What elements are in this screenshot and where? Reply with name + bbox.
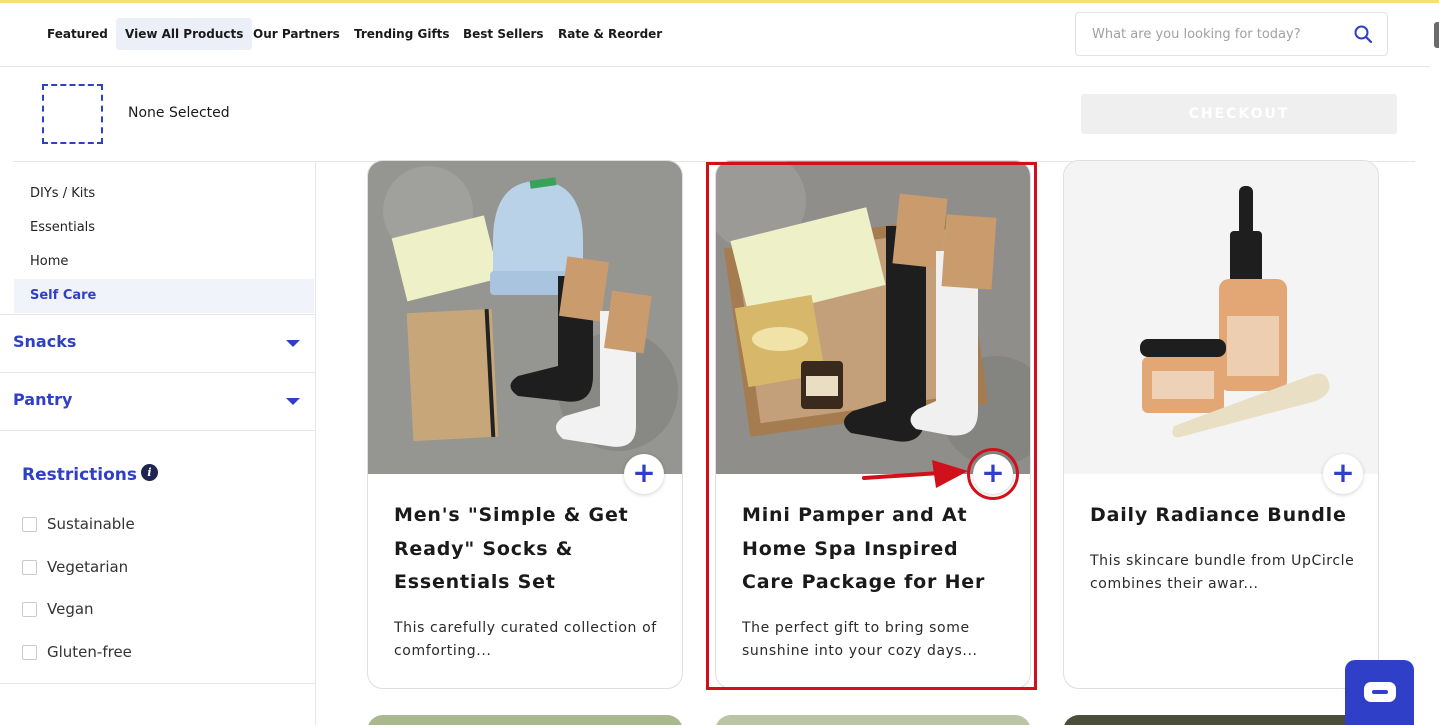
subcategory-essentials[interactable]: Essentials — [14, 211, 314, 245]
search-input[interactable] — [1092, 13, 1342, 55]
checkbox-label: Sustainable — [47, 515, 135, 533]
caret-down-icon[interactable] — [286, 340, 300, 347]
caret-down-icon[interactable] — [286, 398, 300, 405]
checkbox[interactable] — [22, 602, 37, 617]
product-image[interactable] — [368, 161, 683, 474]
add-to-box-button[interactable]: + — [1323, 454, 1363, 494]
nav-view-all-products[interactable]: View All Products — [116, 18, 253, 50]
checkout-button[interactable]: CHECKOUT — [1081, 94, 1397, 134]
add-to-box-button[interactable]: + — [624, 454, 664, 494]
product-image[interactable] — [1064, 161, 1379, 474]
category-label: Pantry — [13, 390, 73, 409]
info-icon[interactable]: i — [141, 464, 158, 481]
product-card-peek — [715, 715, 1031, 725]
nav-rate-reorder[interactable]: Rate & Reorder — [549, 18, 671, 50]
checkbox-label: Gluten-free — [47, 643, 132, 661]
search-icon[interactable] — [1353, 24, 1373, 44]
chat-icon — [1364, 682, 1396, 702]
chat-button[interactable] — [1345, 660, 1414, 725]
restrictions-title: Restrictions — [22, 465, 138, 485]
product-description: This skincare bundle from UpCircle combi… — [1090, 553, 1355, 592]
nav-trending-gifts[interactable]: Trending Gifts — [345, 18, 459, 50]
subcategory-home[interactable]: Home — [14, 245, 314, 279]
category-label: Snacks — [13, 332, 77, 351]
product-image[interactable] — [716, 161, 1031, 474]
selection-status: None Selected — [128, 105, 230, 121]
top-navigation: Featured View All Products Our Partners … — [0, 3, 1430, 67]
nav-featured[interactable]: Featured — [38, 18, 117, 50]
category-snacks[interactable]: Snacks — [0, 314, 315, 372]
checkbox-label: Vegetarian — [47, 558, 129, 576]
subcategory-diys-kits[interactable]: DIYs / Kits — [14, 177, 314, 211]
checkbox[interactable] — [22, 517, 37, 532]
product-card-peek — [1063, 715, 1379, 725]
nav-our-partners[interactable]: Our Partners — [244, 18, 349, 50]
nav-best-sellers[interactable]: Best Sellers — [454, 18, 553, 50]
product-title[interactable]: Daily Radiance Bundle — [1090, 499, 1360, 533]
product-card[interactable]: + Mini Pamper and At Home Spa Inspired C… — [715, 160, 1031, 689]
product-description: This carefully curated collection of com… — [394, 620, 657, 659]
product-card[interactable]: + Men's "Simple & Get Ready" Socks & Ess… — [367, 160, 683, 689]
divider — [0, 430, 315, 431]
checkbox-label: Vegan — [47, 600, 94, 618]
selected-item-placeholder — [42, 84, 103, 144]
add-to-box-button[interactable]: + — [973, 454, 1013, 494]
subcategory-self-care[interactable]: Self Care — [14, 279, 314, 313]
checkbox[interactable] — [22, 560, 37, 575]
checkbox[interactable] — [22, 645, 37, 660]
divider — [0, 683, 315, 684]
product-title[interactable]: Mini Pamper and At Home Spa Inspired Car… — [742, 499, 1012, 600]
search-box — [1075, 12, 1388, 56]
product-card[interactable]: + Daily Radiance Bundle This skincare bu… — [1063, 160, 1379, 689]
arrow-right-icon — [862, 460, 968, 488]
product-title[interactable]: Men's "Simple & Get Ready" Socks & Essen… — [394, 499, 664, 600]
product-description: The perfect gift to bring some sunshine … — [742, 620, 978, 659]
category-pantry[interactable]: Pantry — [0, 372, 315, 430]
filter-sidebar: DIYs / Kits Essentials Home Self Care Sn… — [0, 162, 316, 725]
product-card-peek — [367, 715, 683, 725]
page-scrollbar[interactable] — [1434, 22, 1439, 48]
